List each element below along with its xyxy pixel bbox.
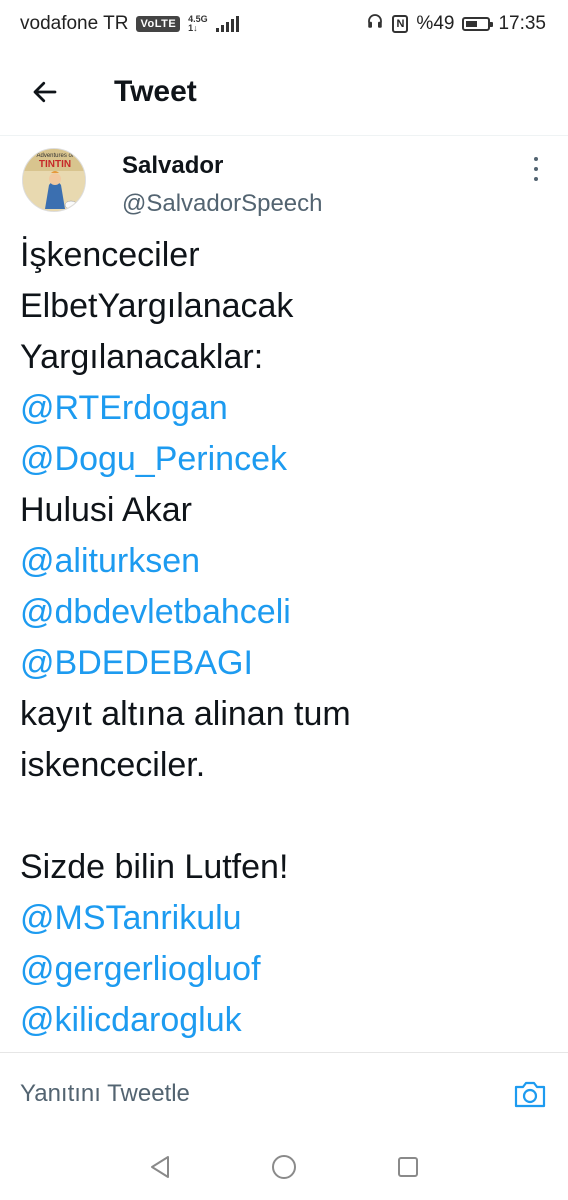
tweet-line: Hulusi Akar <box>20 491 192 529</box>
nfc-icon: N <box>392 15 409 33</box>
back-button[interactable] <box>20 67 70 117</box>
recents-square-icon <box>398 1157 418 1177</box>
tweet-line: Yargılanacaklar: <box>20 338 264 376</box>
screen: vodafone TR VoLTE 4.5G 1↓ N %49 17:35 Tw… <box>0 0 568 1200</box>
tweet-line: iskenceciler. <box>20 746 206 784</box>
tweet-author-row: Adventures of TINTIN Salvador @SalvadorS… <box>0 140 568 226</box>
volte-badge: VoLTE <box>136 16 181 32</box>
author-handle[interactable]: @SalvadorSpeech <box>122 190 322 218</box>
more-dot-icon <box>534 167 538 171</box>
headphones-icon <box>366 12 384 36</box>
top-app-bar: Tweet <box>0 48 568 136</box>
mention-link[interactable]: @kilicdarogluk <box>20 995 550 1046</box>
mention-link[interactable]: @BDEDEBAGI <box>20 638 550 689</box>
carrier-name: vodafone TR <box>20 13 129 34</box>
mention-link[interactable]: @Dogu_Perincek <box>20 434 550 485</box>
tweet-text: İşkenceciler ElbetYargılanacak Yargılanaca… <box>20 230 550 1046</box>
tweet-line: ElbetYargılanacak <box>20 287 294 325</box>
network-type: 4.5G 1↓ <box>188 15 208 33</box>
back-triangle-icon <box>151 1156 169 1178</box>
tweet-line: kayıt altına alinan tum <box>20 695 351 733</box>
status-left: vodafone TR VoLTE 4.5G 1↓ <box>20 13 239 35</box>
network-sub-label: 1↓ <box>188 23 198 33</box>
avatar[interactable]: Adventures of TINTIN <box>22 148 86 212</box>
status-bar: vodafone TR VoLTE 4.5G 1↓ N %49 17:35 <box>0 0 568 48</box>
camera-button[interactable] <box>512 1076 548 1112</box>
mention-link[interactable]: @RTErdogan <box>20 383 550 434</box>
home-circle-icon <box>272 1155 296 1179</box>
more-options-button[interactable] <box>524 154 548 184</box>
reply-bar: Yanıtını Tweetle <box>0 1052 568 1134</box>
mention-link[interactable]: @MSTanrikulu <box>20 893 550 944</box>
tweet-line: Sizde bilin Lutfen! <box>20 848 289 886</box>
nav-home-button[interactable] <box>269 1152 299 1182</box>
more-dot-icon <box>534 157 538 161</box>
battery-percent: %49 <box>416 13 455 34</box>
tweet: Adventures of TINTIN Salvador @SalvadorS… <box>0 140 568 1039</box>
nav-back-button[interactable] <box>145 1152 175 1182</box>
author-name[interactable]: Salvador <box>122 152 223 180</box>
mention-link[interactable]: @dbdevletbahceli <box>20 587 550 638</box>
nav-recents-button[interactable] <box>393 1152 423 1182</box>
avatar-image: Adventures of TINTIN <box>23 149 85 211</box>
arrow-left-icon <box>33 81 57 102</box>
camera-icon <box>514 1081 546 1107</box>
reply-input[interactable]: Yanıtını Tweetle <box>20 1080 512 1108</box>
page-title: Tweet <box>114 74 197 108</box>
tweet-line: İşkenceciler <box>20 236 200 274</box>
signal-icon <box>215 16 239 32</box>
more-dot-icon <box>534 177 538 181</box>
mention-link[interactable]: @aliturksen <box>20 536 550 587</box>
system-nav-bar <box>0 1134 568 1200</box>
status-right: N %49 17:35 <box>366 12 546 36</box>
mention-link[interactable]: @gergerliogluof <box>20 944 550 995</box>
battery-icon <box>462 17 494 31</box>
clock: 17:35 <box>498 13 546 34</box>
avatar-title: TINTIN <box>39 159 71 170</box>
